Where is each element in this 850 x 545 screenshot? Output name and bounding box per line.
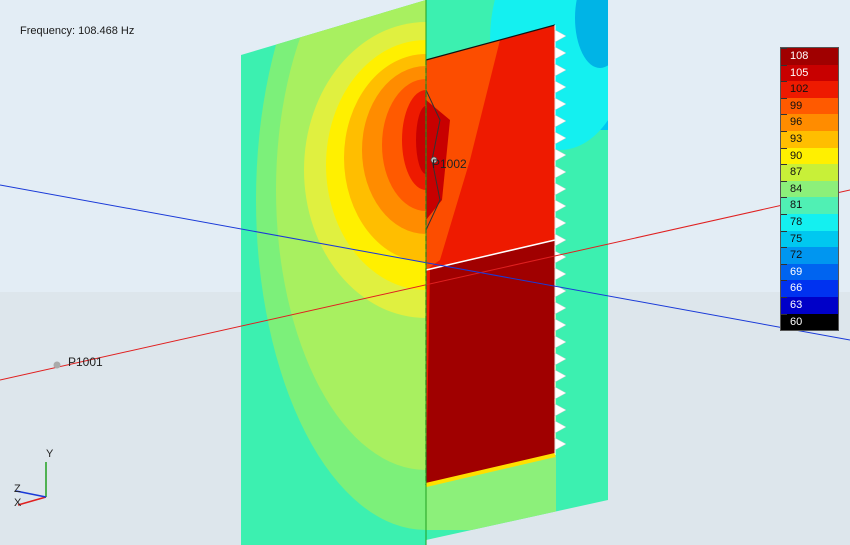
legend-level: 108	[780, 47, 839, 65]
frequency-readout: Frequency: 108.468 Hz	[20, 25, 135, 37]
legend-value: 72	[790, 249, 803, 262]
legend-value: 66	[790, 282, 803, 295]
legend-level: 81	[780, 197, 839, 214]
legend-value: 75	[790, 232, 803, 245]
legend-value: 108	[790, 50, 809, 62]
legend-tick	[781, 197, 787, 199]
legend-level: 66	[780, 280, 839, 297]
3d-viewport[interactable]: P1001 P1002 Y Z X Frequency: 108.468 Hz …	[0, 0, 850, 545]
legend-value: 78	[790, 215, 803, 228]
legend-tick	[781, 48, 787, 49]
color-scale-legend: 108 105 102 99 96 93 90 87 84 81 78 75 72 69 66 63 60	[780, 47, 839, 332]
legend-value: 99	[790, 99, 803, 112]
legend-level: 99	[780, 97, 839, 115]
legend-value: 84	[790, 182, 803, 195]
legend-tick	[781, 97, 787, 99]
legend-tick	[781, 180, 787, 182]
legend-tick	[781, 147, 787, 149]
triad-z-label: Z	[14, 483, 21, 495]
legend-value: 63	[790, 298, 803, 311]
legend-value: 105	[790, 66, 809, 79]
legend-tick	[781, 130, 787, 132]
legend-value: 81	[790, 199, 803, 212]
legend-level: 105	[780, 64, 839, 82]
point-p1002-label: P1002	[432, 157, 467, 171]
legend-tick	[781, 213, 787, 215]
legend-tick	[781, 296, 787, 298]
legend-tick	[781, 247, 787, 249]
legend-value: 96	[790, 116, 803, 129]
legend-level: 87	[780, 164, 839, 181]
legend-tick	[781, 230, 787, 232]
legend-value: 87	[790, 166, 803, 179]
legend-value: 90	[790, 149, 803, 162]
contour-scene[interactable]: P1001 P1002 Y Z X	[0, 0, 850, 545]
legend-level: 90	[780, 147, 839, 165]
legend-tick	[781, 164, 787, 166]
legend-level: 96	[780, 114, 839, 131]
legend-value: 102	[790, 83, 809, 96]
legend-level: 102	[780, 81, 839, 98]
legend-value: 69	[790, 265, 803, 278]
triad-x-label: X	[14, 497, 22, 509]
legend-level: 60	[780, 313, 839, 332]
point-p1001-marker[interactable]	[53, 361, 61, 369]
legend-level: 63	[780, 296, 839, 314]
legend-value: 60	[790, 315, 803, 328]
legend-tick	[781, 313, 787, 315]
legend-level: 93	[780, 130, 839, 148]
legend-tick	[781, 263, 787, 265]
point-p1001-label: P1001	[68, 355, 103, 369]
legend-tick	[781, 280, 787, 282]
legend-level: 75	[780, 230, 839, 248]
legend-tick	[781, 114, 787, 116]
legend-level: 78	[780, 213, 839, 231]
legend-value: 93	[790, 132, 803, 145]
triad-y-label: Y	[46, 448, 54, 460]
panel-lower	[426, 240, 555, 485]
legend-tick	[781, 64, 787, 66]
legend-level: 72	[780, 247, 839, 264]
legend-level: 84	[780, 180, 839, 198]
legend-tick	[781, 81, 787, 83]
legend-level: 69	[780, 263, 839, 281]
